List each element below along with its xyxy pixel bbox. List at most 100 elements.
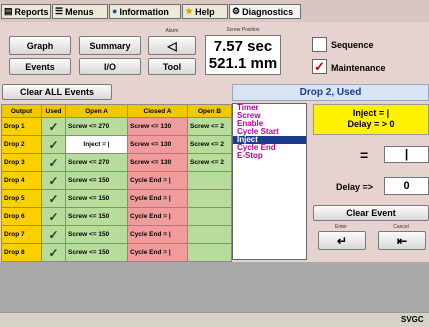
closed-a-cell[interactable]: Cycle End = | [127,225,188,244]
cancel-label: Cancel [393,224,409,230]
equals-sign: = [360,147,369,163]
table-row[interactable]: Drop 4 ✓ Screw <= 150 Cycle End = | [1,171,232,190]
used-checkmark[interactable]: ✓ [41,171,66,190]
tool-button[interactable]: Tool [148,58,196,75]
tab-information[interactable]: ● Information [109,4,181,19]
open-b-cell[interactable] [187,207,232,226]
open-a-cell[interactable]: Screw <= 150 [65,243,128,262]
screw-readout: 7.57 sec 521.1 mm [205,35,281,75]
tab-label: Help [195,6,215,17]
output-cell[interactable]: Drop 1 [1,117,42,136]
condition-line-1: Inject = | [352,108,390,118]
screw-time: 7.57 sec [213,38,273,55]
open-b-cell[interactable]: Screw <= 2 [187,135,232,154]
used-checkmark[interactable]: ✓ [41,225,66,244]
output-cell[interactable]: Drop 3 [1,153,42,172]
open-a-cell[interactable]: Screw <= 150 [65,225,128,244]
open-b-cell[interactable] [187,189,232,208]
output-cell[interactable]: Drop 8 [1,243,42,262]
delay-label: Delay => [336,182,374,192]
open-b-cell[interactable] [187,243,232,262]
used-checkmark[interactable]: ✓ [41,189,66,208]
clear-all-events-button[interactable]: Clear ALL Events [2,84,112,100]
column-header: Output [1,104,42,118]
cancel-button[interactable]: ⇤ [378,231,426,250]
used-checkmark[interactable]: ✓ [41,135,66,154]
closed-a-cell[interactable]: Cycle End = | [127,207,188,226]
alarm-button[interactable]: ◁ [148,36,196,55]
events-table: Output Used Open A Closed A Open B Drop … [1,104,232,262]
used-checkmark[interactable]: ✓ [41,153,66,172]
column-header: Open A [65,104,128,118]
table-header: Output Used Open A Closed A Open B [1,104,232,118]
maintenance-label: Maintenance [331,63,386,73]
help-icon: ★ [185,6,194,16]
closed-a-cell[interactable]: Screw <= 130 [127,153,188,172]
diagnostics-icon: ⚙ [232,6,241,16]
enter-button[interactable]: ↵ [318,231,366,250]
used-checkmark[interactable]: ✓ [41,117,66,136]
table-row[interactable]: Drop 5 ✓ Screw <= 150 Cycle End = | [1,189,232,208]
table-row[interactable]: Drop 8 ✓ Screw <= 150 Cycle End = | [1,243,232,262]
closed-a-cell[interactable]: Screw <= 130 [127,135,188,154]
tab-label: Information [119,6,169,17]
screw-position-label: Screw Position [226,27,260,33]
table-row[interactable]: Drop 6 ✓ Screw <= 150 Cycle End = | [1,207,232,226]
output-cell[interactable]: Drop 7 [1,225,42,244]
sequence-checkbox[interactable] [312,37,327,52]
menu-icon: ☰ [55,6,64,16]
used-checkmark[interactable]: ✓ [41,243,66,262]
open-a-cell[interactable]: Screw <= 150 [65,207,128,226]
open-a-cell[interactable]: Screw <= 150 [65,189,128,208]
tab-menus[interactable]: ☰ Menus [52,4,108,19]
open-a-cell[interactable]: Inject = | [65,135,128,154]
delay-field[interactable]: 0 [384,177,429,195]
tab-label: Menus [65,6,94,17]
status-text: SVGC [401,315,424,324]
screw-position: 521.1 mm [208,55,278,72]
closed-a-cell[interactable]: Cycle End = | [127,243,188,262]
clear-event-button[interactable]: Clear Event [313,205,429,221]
tab-label: Diagnostics [242,6,294,17]
open-a-cell[interactable]: Screw <= 270 [65,153,128,172]
tab-help[interactable]: ★ Help [182,4,228,19]
open-b-cell[interactable]: Screw <= 2 [187,153,232,172]
event-type-list[interactable]: Timer Screw Enable Cycle Start Inject Cy… [232,103,307,260]
summary-button[interactable]: Summary [79,36,141,55]
table-row[interactable]: Drop 2 ✓ Inject = | Screw <= 130 Screw <… [1,135,232,154]
closed-a-cell[interactable]: Cycle End = | [127,189,188,208]
info-icon: ● [112,6,118,16]
table-row[interactable]: Drop 3 ✓ Screw <= 270 Screw <= 130 Screw… [1,153,232,172]
maintenance-checkbox[interactable]: ✓ [312,59,327,74]
output-cell[interactable]: Drop 5 [1,189,42,208]
open-b-cell[interactable] [187,225,232,244]
table-row[interactable]: Drop 1 ✓ Screw <= 270 Screw <= 130 Screw… [1,117,232,136]
output-cell[interactable]: Drop 6 [1,207,42,226]
graph-button[interactable]: Graph [9,36,71,55]
pipe-value-field[interactable]: | [384,146,429,163]
open-b-cell[interactable]: Screw <= 2 [187,117,232,136]
open-a-cell[interactable]: Screw <= 150 [65,171,128,190]
used-checkmark[interactable]: ✓ [41,207,66,226]
closed-a-cell[interactable]: Cycle End = | [127,171,188,190]
condition-box: Inject = | Delay = > 0 [313,104,429,135]
output-cell[interactable]: Drop 4 [1,171,42,190]
enter-icon: ↵ [336,233,348,248]
cancel-icon: ⇤ [396,233,408,248]
list-item[interactable]: E-Stop [233,152,306,160]
open-a-cell[interactable]: Screw <= 270 [65,117,128,136]
status-bar: SVGC [0,312,429,327]
tab-diagnostics[interactable]: ⚙ Diagnostics [229,4,301,19]
open-b-cell[interactable] [187,171,232,190]
enter-label: Enter [335,224,347,230]
io-button[interactable]: I/O [79,58,141,75]
condition-line-2: Delay = > 0 [347,119,395,129]
closed-a-cell[interactable]: Screw <= 130 [127,117,188,136]
events-button[interactable]: Events [9,58,71,75]
table-row[interactable]: Drop 7 ✓ Screw <= 150 Cycle End = | [1,225,232,244]
tab-label: Reports [14,6,49,17]
output-cell[interactable]: Drop 2 [1,135,42,154]
speaker-icon: ◁ [167,38,177,53]
tab-reports[interactable]: ▤ Reports [1,4,51,19]
panel-title: Drop 2, Used [232,84,429,101]
